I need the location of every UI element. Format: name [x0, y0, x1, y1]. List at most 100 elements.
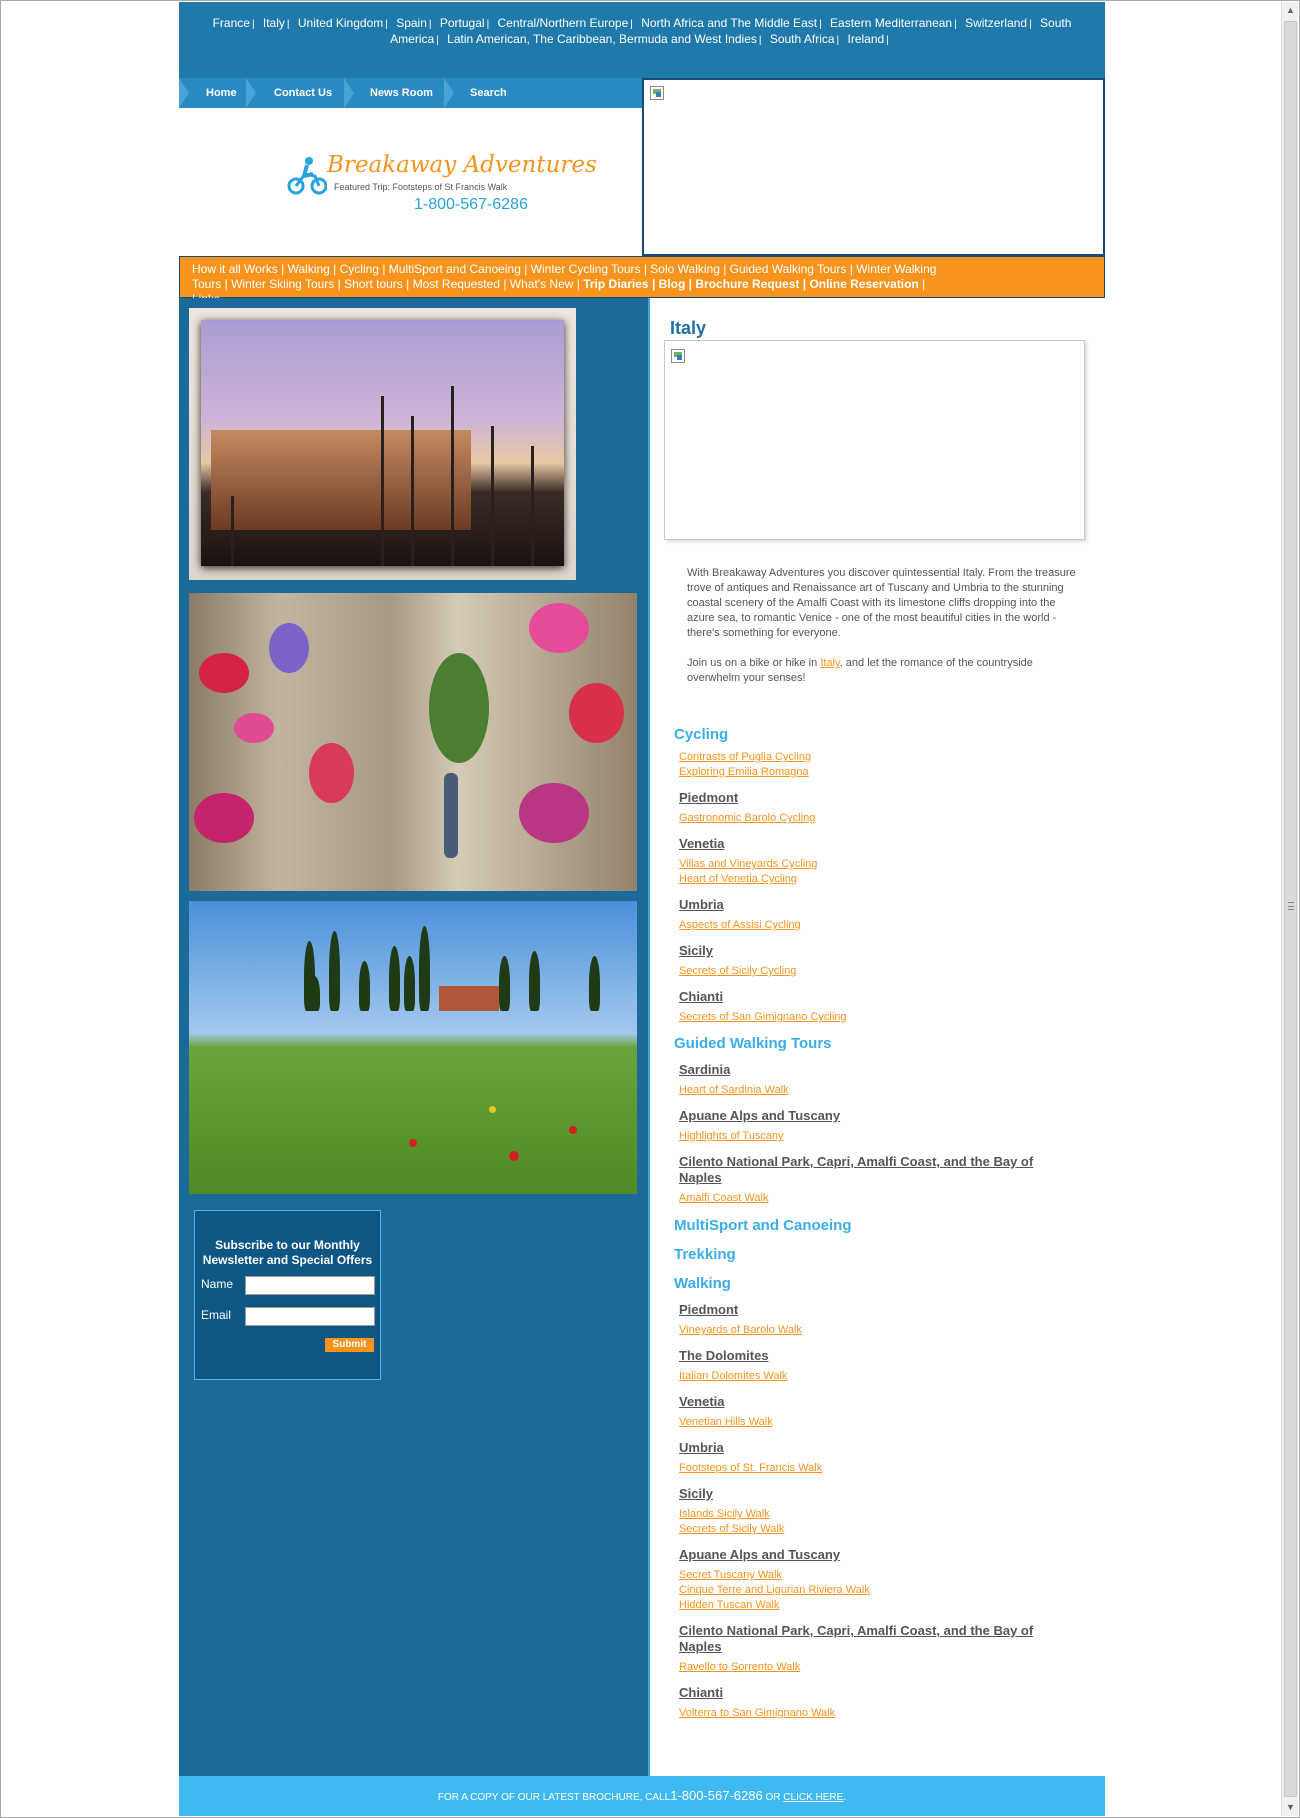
menu-blog[interactable]: Blog: [659, 277, 686, 291]
trip-link[interactable]: Heart of Venetia Cycling: [679, 872, 797, 887]
menu-trip-diaries[interactable]: Trip Diaries: [583, 277, 648, 291]
trip-link[interactable]: Gastronomic Barolo Cycling: [679, 811, 815, 826]
broken-image-icon: [650, 86, 664, 100]
trip-link[interactable]: Aspects of Assisi Cycling: [679, 918, 801, 933]
logo-tagline[interactable]: Featured Trip: Footsteps of St Francis W…: [334, 182, 507, 192]
trip-link[interactable]: Secrets of Sicily Cycling: [679, 964, 796, 979]
menu-walking[interactable]: Walking: [288, 262, 330, 276]
nav-news-room[interactable]: News Room: [370, 78, 433, 108]
region-venetia[interactable]: Venetia: [679, 1394, 1069, 1410]
country-link-spain[interactable]: Spain: [396, 16, 427, 30]
region-chianti[interactable]: Chianti: [679, 989, 1069, 1005]
section-guided-walking[interactable]: Guided Walking Tours: [674, 1035, 832, 1052]
menu-brochure-request[interactable]: Brochure Request: [695, 277, 799, 291]
trip-link[interactable]: Secrets of San Gimignano Cycling: [679, 1010, 847, 1025]
menu-how-it-works[interactable]: How it all Works: [192, 262, 278, 276]
trip-link[interactable]: Islands Sicily Walk: [679, 1507, 770, 1522]
italy-link[interactable]: Italy: [820, 657, 839, 669]
country-link-switzerland[interactable]: Switzerland: [965, 16, 1027, 30]
menu-cycling[interactable]: Cycling: [340, 262, 379, 276]
trip-link[interactable]: Heart of Sardinia Walk: [679, 1083, 789, 1098]
country-link-eastern-med[interactable]: Eastern Mediterranean: [830, 16, 952, 30]
menu-guided-walking[interactable]: Guided Walking Tours: [730, 262, 847, 276]
trip-link[interactable]: Cinque Terre and Ligurian Riviera Walk: [679, 1583, 870, 1598]
trip-link[interactable]: Hidden Tuscan Walk: [679, 1598, 779, 1613]
villa-photo: [189, 308, 576, 580]
country-link-central-europe[interactable]: Central/Northern Europe: [498, 16, 629, 30]
trip-link[interactable]: Contrasts of Puglia Cycling: [679, 750, 811, 765]
region-apuane[interactable]: Apuane Alps and Tuscany: [679, 1547, 1069, 1563]
cyclist-logo-icon: [287, 157, 327, 195]
region-chianti[interactable]: Chianti: [679, 1685, 1069, 1701]
scroll-down-arrow-icon[interactable]: ▼: [1282, 1799, 1299, 1816]
region-apuane[interactable]: Apuane Alps and Tuscany: [679, 1108, 1069, 1124]
scrollbar-thumb[interactable]: [1284, 21, 1297, 1797]
trip-link[interactable]: Italian Dolomites Walk: [679, 1369, 787, 1384]
menu-online-reservation[interactable]: Online Reservation: [809, 277, 918, 291]
menu-most-requested[interactable]: Most Requested: [413, 277, 500, 291]
nav-contact[interactable]: Contact Us: [274, 78, 332, 108]
trip-link[interactable]: Vineyards of Barolo Walk: [679, 1323, 802, 1338]
country-nav: France | Italy | United Kingdom | Spain | Po…: [179, 2, 1105, 78]
trip-link[interactable]: Amalfi Coast Walk: [679, 1191, 768, 1206]
category-menu: How it all Works | Walking | Cycling | M…: [179, 256, 1105, 306]
trip-link[interactable]: Secret Tuscany Walk: [679, 1568, 782, 1583]
country-link-uk[interactable]: United Kingdom: [298, 16, 383, 30]
submit-button[interactable]: Submit: [325, 1338, 374, 1352]
footer: FOR A COPY OF OUR LATEST BROCHURE, CALL1…: [179, 1776, 1105, 1816]
trip-link[interactable]: Exploring Emilia Romagna: [679, 765, 809, 780]
region-sardinia[interactable]: Sardinia: [679, 1062, 1069, 1078]
menu-winter-cycling[interactable]: Winter Cycling Tours: [531, 262, 641, 276]
menu-solo-walking[interactable]: Solo Walking: [650, 262, 720, 276]
trip-link[interactable]: Venetian Hills Walk: [679, 1415, 773, 1430]
region-venetia[interactable]: Venetia: [679, 836, 1069, 852]
trip-link[interactable]: Villas and Vineyards Cycling: [679, 857, 817, 872]
page-title: Italy: [670, 318, 707, 338]
country-link-south-africa[interactable]: South Africa: [770, 32, 835, 46]
menu-short-tours[interactable]: Short tours: [344, 277, 403, 291]
vertical-scrollbar[interactable]: ▲ ▼: [1281, 2, 1298, 1816]
trip-link[interactable]: Footsteps of St. Francis Walk: [679, 1461, 822, 1476]
logo-area[interactable]: Breakaway Adventures Featured Trip: Foot…: [179, 108, 642, 256]
name-label: Name: [201, 1277, 234, 1291]
section-walking[interactable]: Walking: [674, 1275, 731, 1292]
email-input[interactable]: [245, 1307, 375, 1326]
menu-winter-skiing[interactable]: Winter Skiing Tours: [231, 277, 334, 291]
section-cycling[interactable]: Cycling: [674, 726, 728, 743]
nav-chevron: [246, 78, 256, 108]
scroll-up-arrow-icon[interactable]: ▲: [1282, 2, 1299, 19]
trip-link[interactable]: Secrets of Sicily Walk: [679, 1522, 784, 1537]
region-sicily[interactable]: Sicily: [679, 1486, 1069, 1502]
region-umbria[interactable]: Umbria: [679, 897, 1069, 913]
region-piedmont[interactable]: Piedmont: [679, 790, 1069, 806]
trip-link[interactable]: Volterra to San Gimignano Walk: [679, 1706, 835, 1721]
menu-multisport[interactable]: MultiSport and Canoeing: [389, 262, 521, 276]
section-multisport[interactable]: MultiSport and Canoeing: [674, 1217, 852, 1234]
region-cilento[interactable]: Cilento National Park, Capri, Amalfi Coa…: [679, 1154, 1069, 1186]
trip-link[interactable]: Highlights of Tuscany: [679, 1129, 784, 1144]
footer-click-here-link[interactable]: CLICK HERE: [783, 1792, 843, 1803]
region-sicily[interactable]: Sicily: [679, 943, 1069, 959]
section-trekking[interactable]: Trekking: [674, 1246, 736, 1263]
trip-link[interactable]: Ravello to Sorrento Walk: [679, 1660, 800, 1675]
region-umbria[interactable]: Umbria: [679, 1440, 1069, 1456]
country-link-portugal[interactable]: Portugal: [440, 16, 485, 30]
footer-text: FOR A COPY OF OUR LATEST BROCHURE, CALL: [437, 1792, 671, 1803]
region-piedmont[interactable]: Piedmont: [679, 1302, 1069, 1318]
country-link-france[interactable]: France: [213, 16, 250, 30]
nav-search[interactable]: Search: [470, 78, 507, 108]
country-link-ireland[interactable]: Ireland: [848, 32, 885, 46]
name-input[interactable]: [245, 1276, 375, 1295]
region-dolomites[interactable]: The Dolomites: [679, 1348, 1069, 1364]
newsletter-title: Subscribe to our Monthly Newsletter and …: [202, 1238, 373, 1267]
footer-phone: 1-800-567-6286: [670, 1788, 763, 1803]
intro-text: With Breakaway Adventures you discover q…: [687, 566, 1077, 686]
nav-home[interactable]: Home: [206, 78, 237, 108]
country-link-latin-america[interactable]: Latin American, The Caribbean, Bermuda a…: [447, 32, 757, 46]
region-cilento[interactable]: Cilento National Park, Capri, Amalfi Coa…: [679, 1623, 1069, 1655]
header: Home Contact Us News Room Search Breakaw…: [179, 78, 1105, 256]
country-link-north-africa[interactable]: North Africa and The Middle East: [641, 16, 817, 30]
menu-whats-new[interactable]: What's New: [510, 277, 574, 291]
intro-paragraph-2: Join us on a bike or hike in Italy, and …: [687, 657, 1033, 684]
country-link-italy[interactable]: Italy: [263, 16, 285, 30]
